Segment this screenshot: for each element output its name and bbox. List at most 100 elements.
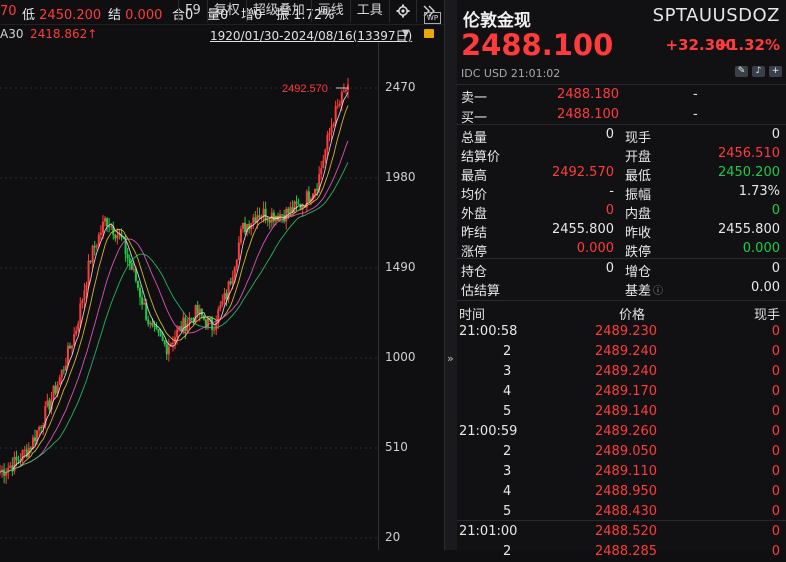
candle-body <box>196 305 199 314</box>
tick-row: 3 2489.110 0 <box>457 462 786 482</box>
candle-body <box>40 427 43 429</box>
price-change-pct: +1.32% <box>715 36 780 54</box>
candle-body <box>163 340 166 345</box>
ma-line-20 <box>0 140 349 473</box>
candle-body <box>320 168 323 175</box>
bell-icon[interactable]: ♪ <box>752 66 765 77</box>
tick-price: 2489.260 <box>595 424 658 439</box>
stat-label: 外盘 <box>461 207 488 222</box>
tick-price: 2489.240 <box>595 344 658 359</box>
tick-divider <box>457 520 786 521</box>
ma-line-5 <box>0 92 349 473</box>
stat-value: 0.00 <box>751 280 780 295</box>
candle-body <box>295 201 298 204</box>
adjust-button[interactable]: 复权 <box>206 0 246 22</box>
candle-body <box>324 149 327 161</box>
candle-body <box>38 427 41 431</box>
candle-body <box>99 232 102 235</box>
candle-body <box>89 260 92 263</box>
stat-value: 0.000 <box>576 241 614 256</box>
candle-body <box>161 336 164 341</box>
candle-body <box>23 449 26 451</box>
candle-body <box>241 222 244 229</box>
candle-body <box>289 207 292 214</box>
stat-value: 0 <box>605 261 614 276</box>
tick-time: 21:01:00 <box>459 524 518 539</box>
gear-icon[interactable] <box>388 0 416 22</box>
f9-button[interactable]: F9 <box>178 0 207 22</box>
candle-body <box>130 262 133 270</box>
edit-icon[interactable]: ✎ <box>735 66 748 77</box>
dropdown-triangle-icon[interactable]: ▼ <box>402 28 410 39</box>
wp-icon[interactable]: WP <box>424 12 441 24</box>
candle-body <box>281 214 284 216</box>
tick-volume: 0 <box>771 424 780 439</box>
candle-body <box>149 322 152 325</box>
candle-body <box>342 91 345 93</box>
candle-body <box>219 304 222 310</box>
candle-body <box>60 369 63 378</box>
stat-value: 0 <box>771 127 780 142</box>
panel-collapse-bar[interactable]: » <box>444 0 458 550</box>
collapse-chevron-icon[interactable]: » <box>447 352 454 365</box>
candle-body <box>186 323 189 332</box>
tick-time: 3 <box>503 464 512 479</box>
tick-time: 4 <box>503 484 512 499</box>
candle-body <box>200 308 203 316</box>
candle-body <box>95 246 98 248</box>
candle-body <box>190 317 193 319</box>
tick-table-header: 时间 价格 现手 <box>459 308 780 323</box>
candle-body <box>46 400 49 407</box>
quote-summary-bar: 70 低 2450.200 结 0.000 合0 量0 增0 振 1.72% F… <box>0 0 444 24</box>
super-overlay-button[interactable]: 超级叠加 <box>245 0 311 22</box>
candle-body <box>52 385 55 400</box>
tick-time: 21:00:58 <box>459 324 518 339</box>
lock-icon[interactable] <box>424 29 434 38</box>
stat-label: 最低 <box>625 169 652 184</box>
stat-row: 昨结 2455.800 昨收 2455.800 <box>457 221 786 241</box>
candle-body <box>340 92 343 104</box>
candle-body <box>54 385 57 394</box>
candle-body <box>29 447 32 450</box>
tick-volume: 0 <box>771 504 780 519</box>
tick-time: 5 <box>503 404 512 419</box>
chart-toolbar: F9 复权 超级叠加 画线 工具 <box>178 0 441 22</box>
tick-price: 2489.170 <box>595 384 658 399</box>
indicator-line: A30 2418.862↑ 1920/01/30-2024/08/16(1339… <box>0 12 444 43</box>
candle-body <box>239 228 242 243</box>
y-tick-label: 1000 <box>385 350 416 364</box>
candle-body <box>17 459 20 461</box>
tick-price: 2488.950 <box>595 484 658 499</box>
tick-time: 21:00:59 <box>459 424 518 439</box>
tools-button[interactable]: 工具 <box>349 0 389 22</box>
info-icon[interactable]: ⓘ <box>653 282 663 297</box>
tick-price: 2489.110 <box>595 464 658 479</box>
candle-body <box>338 103 341 106</box>
tick-price: 2488.285 <box>595 544 658 559</box>
draw-line-button[interactable]: 画线 <box>310 0 350 22</box>
stat-label: 均价 <box>461 188 488 203</box>
candle-body <box>264 208 267 220</box>
candle-body <box>332 123 335 127</box>
stat-row: 结算价 开盘 2456.510 <box>457 145 786 165</box>
candle-body <box>81 300 84 304</box>
tick-row: 5 2489.140 0 <box>457 402 786 422</box>
candle-body <box>132 268 135 270</box>
candle-body <box>287 208 290 214</box>
stat-row: 外盘 0 内盘 0 <box>457 202 786 222</box>
tick-row: 21:01:00 2488.520 0 <box>457 522 786 542</box>
candle-body <box>69 345 72 349</box>
candle-body <box>83 290 86 301</box>
chart-pane: 70 低 2450.200 结 0.000 合0 量0 增0 振 1.72% F… <box>0 0 444 550</box>
candle-body <box>344 90 347 92</box>
add-icon[interactable]: + <box>769 66 782 77</box>
kline-plot-area[interactable]: 2492.570 <box>0 42 378 550</box>
tick-volume: 0 <box>771 364 780 379</box>
candle-body <box>93 245 96 248</box>
candle-body <box>116 235 119 239</box>
ma-value: 2418.862↑ <box>30 27 98 41</box>
kline-chart: 2492.570 <box>0 77 378 539</box>
y-tick-label: 2470 <box>385 80 416 94</box>
candle-body <box>322 160 325 169</box>
y-tick-label: 510 <box>385 440 408 454</box>
